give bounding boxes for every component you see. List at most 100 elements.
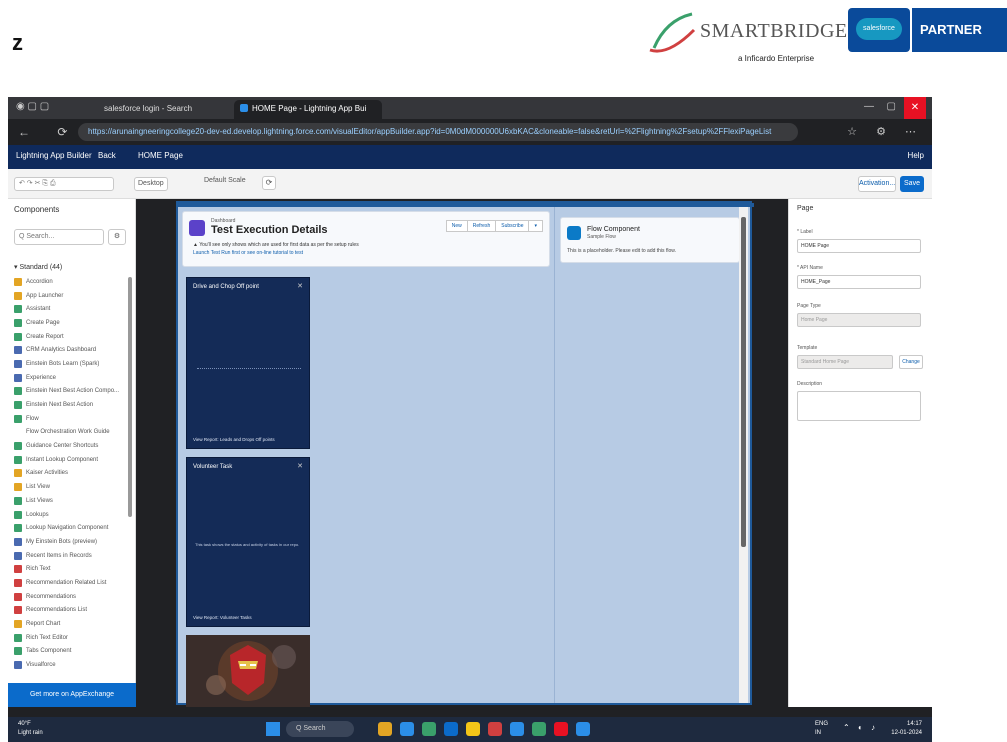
smartbridge-swoosh-icon	[649, 12, 696, 53]
help-link[interactable]: Help	[908, 151, 924, 160]
salesforce-cloud-logo: salesforce	[848, 8, 910, 52]
new-button[interactable]: New	[445, 220, 468, 232]
minimize-button[interactable]: —	[864, 101, 874, 112]
component-list-item[interactable]: List Views	[14, 494, 126, 508]
clock[interactable]: 14:17 12-01-2024	[891, 720, 922, 738]
app-builder-title[interactable]: Lightning App Builder	[16, 151, 92, 160]
component-list-item[interactable]: App Launcher	[14, 289, 126, 303]
component-label: Einstein Next Best Action Compo...	[26, 388, 120, 395]
system-tray-icons[interactable]: ⌃ ◐ ♪	[843, 723, 878, 732]
component-list-item[interactable]: Accordion	[14, 275, 126, 289]
taskbar-app-icon[interactable]	[444, 722, 458, 736]
component-icon	[14, 346, 22, 355]
weather-widget[interactable]: 40°F Light rain	[18, 720, 43, 738]
canvas-scrollbar[interactable]	[741, 217, 746, 547]
taskbar-app-icon[interactable]	[466, 722, 480, 736]
component-list-item[interactable]: Tabs Component	[14, 645, 126, 659]
component-list-item[interactable]: Flow Orchestration Work Guide	[14, 426, 126, 440]
component-list-item[interactable]: Rich Text Editor	[14, 631, 126, 645]
component-list-item[interactable]: Recommendations List	[14, 604, 126, 618]
component-list-item[interactable]: Recommendations	[14, 590, 126, 604]
component-label: Create Page	[26, 319, 60, 326]
header-help-link[interactable]: Launch Test Run first or see on-line tut…	[193, 250, 303, 256]
save-button[interactable]: Save	[900, 176, 924, 192]
language-indicator[interactable]: ENG IN	[815, 720, 828, 738]
taskbar-app-icon[interactable]	[532, 722, 546, 736]
component-list-item[interactable]: Recent Items in Records	[14, 549, 126, 563]
component-label: Tabs Component	[26, 648, 72, 655]
taskbar-app-icon[interactable]	[488, 722, 502, 736]
component-list-item[interactable]: Visualforce	[14, 658, 126, 672]
taskbar-app-icon[interactable]	[554, 722, 568, 736]
smartbridge-logo: SMARTBRIDGE a Inficardo Enterprise	[648, 6, 848, 66]
report-chart-link[interactable]: View Report: Leads and Drops Off points	[193, 437, 275, 442]
component-list-item[interactable]: Kaiser Activities	[14, 467, 126, 481]
component-list-item[interactable]: Guidance Center Shortcuts	[14, 439, 126, 453]
component-list-item[interactable]: Recommendation Related List	[14, 576, 126, 590]
taskbar-app-icon[interactable]	[378, 722, 392, 736]
taskbar-app-icon[interactable]	[576, 722, 590, 736]
close-window-button[interactable]: ✕	[904, 97, 926, 119]
browser-tab-app-builder[interactable]: HOME Page - Lightning App Bui	[234, 100, 382, 119]
taskbar-app-icon[interactable]	[400, 722, 414, 736]
weather-temp: 40°F	[18, 721, 31, 727]
change-template-button[interactable]: Change	[899, 355, 923, 369]
dashboard-header-component[interactable]: Dashboard Test Execution Details ▲ You'l…	[182, 211, 550, 267]
activation-button[interactable]: Activation...	[858, 176, 896, 192]
back-link[interactable]: Back	[98, 151, 116, 160]
close-icon[interactable]: ✕	[297, 282, 303, 290]
browser-tab-search[interactable]: salesforce login - Search	[98, 100, 228, 119]
flow-component[interactable]: Flow Component Sample Flow This is a pla…	[560, 217, 740, 263]
component-list-item[interactable]: Instant Lookup Component	[14, 453, 126, 467]
label-input[interactable]: HOME Page	[797, 239, 921, 253]
component-icon	[14, 551, 22, 560]
device-select[interactable]: Desktop	[134, 177, 168, 191]
subscribe-button[interactable]: Subscribe	[495, 220, 530, 232]
volunteer-task-link[interactable]: View Report: Volunteer Tasks	[193, 615, 252, 620]
component-list-item[interactable]: Create Report	[14, 330, 126, 344]
component-label: Guidance Center Shortcuts	[26, 443, 99, 450]
component-list-item[interactable]: CRM Analytics Dashboard	[14, 343, 126, 357]
description-textarea[interactable]	[797, 391, 921, 421]
component-list-item[interactable]: List View	[14, 480, 126, 494]
component-list-item[interactable]: Experience	[14, 371, 126, 385]
component-list-item[interactable]: Einstein Bots Learn (Spark)	[14, 357, 126, 371]
components-scrollbar[interactable]	[128, 277, 132, 517]
taskbar-app-icon[interactable]	[510, 722, 524, 736]
close-icon[interactable]: ✕	[297, 462, 303, 470]
standard-section-header[interactable]: ▾ Standard (44)	[14, 263, 62, 271]
refresh-button[interactable]: ⟳	[262, 176, 276, 190]
components-search-input[interactable]: Q Search...	[14, 229, 104, 245]
browser-extension-icons[interactable]: ☆ ⚙ ⋯	[847, 125, 924, 138]
more-actions-button[interactable]: ▾	[528, 220, 543, 232]
component-list-item[interactable]: Rich Text	[14, 562, 126, 576]
components-settings-button[interactable]: ⚙	[108, 229, 126, 245]
component-list-item[interactable]: Einstein Next Best Action	[14, 398, 126, 412]
back-forward-refresh-icons[interactable]: ← ⟳	[18, 125, 79, 139]
component-list-item[interactable]: Create Page	[14, 316, 126, 330]
image-component[interactable]	[186, 635, 310, 707]
maximize-button[interactable]: ▢	[887, 101, 896, 112]
url-field[interactable]: https://arunaingneeringcollege20-dev-ed.…	[78, 123, 798, 141]
edit-tool-group[interactable]: ↶ ↷ ✂ ⎘ ⎙	[14, 177, 114, 191]
component-list-item[interactable]: Assistant	[14, 302, 126, 316]
appexchange-link[interactable]: Get more on AppExchange	[8, 683, 136, 707]
windows-start-icon[interactable]	[266, 722, 280, 736]
page-type-input: Home Page	[797, 313, 921, 327]
volunteer-task-component[interactable]: Volunteer Task ✕ This task shows the sta…	[186, 457, 310, 627]
component-list-item[interactable]: Einstein Next Best Action Compo...	[14, 385, 126, 399]
report-chart-component[interactable]: Drive and Chop Off point ✕ View Report: …	[186, 277, 310, 449]
header-button-group: New Refresh Subscribe ▾	[445, 220, 543, 232]
component-list-item[interactable]: Report Chart	[14, 617, 126, 631]
component-list-item[interactable]: My Einstein Bots (preview)	[14, 535, 126, 549]
refresh-dashboard-button[interactable]: Refresh	[466, 220, 497, 232]
browser-profile-icons[interactable]: ◉ ▢ ▢	[16, 101, 49, 112]
zoom-select[interactable]: Default Scale	[204, 177, 246, 184]
api-name-input[interactable]: HOME_Page	[797, 275, 921, 289]
taskbar-app-icon[interactable]	[422, 722, 436, 736]
taskbar-search[interactable]: Q Search	[286, 721, 354, 737]
component-label: Create Report	[26, 333, 64, 340]
component-list-item[interactable]: Flow	[14, 412, 126, 426]
component-list-item[interactable]: Lookup Navigation Component	[14, 521, 126, 535]
component-list-item[interactable]: Lookups	[14, 508, 126, 522]
